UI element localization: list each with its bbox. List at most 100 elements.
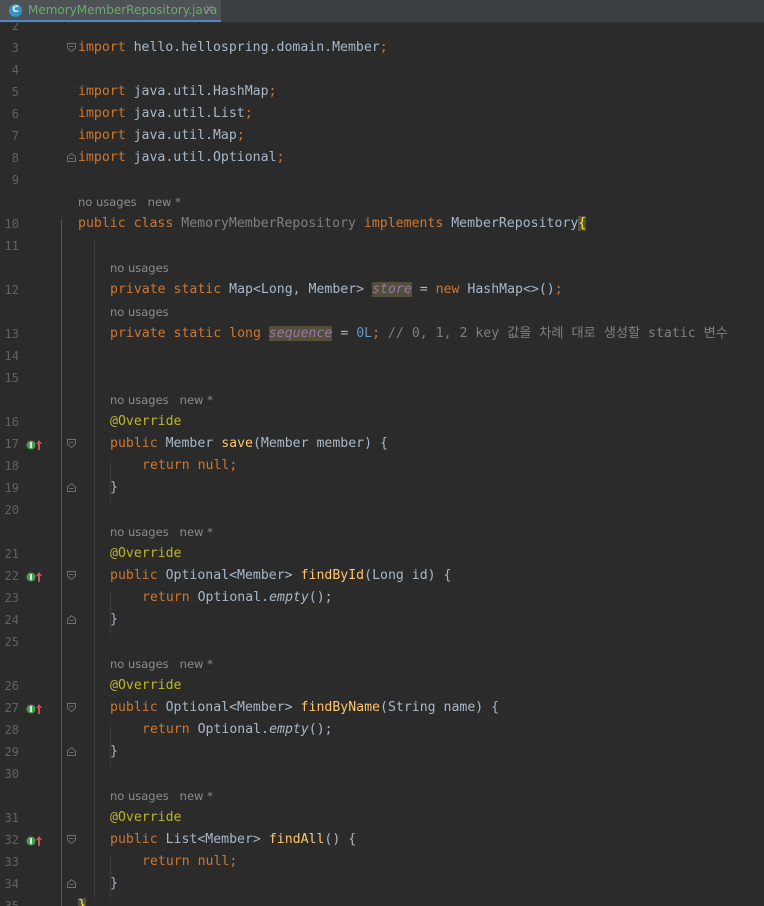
- code-line: 18 return null;: [0, 455, 764, 477]
- line-number: 18: [4, 459, 19, 473]
- code-line: 3 import hello.hellospring.domain.Member…: [0, 37, 764, 59]
- fold-toggle-icon[interactable]: [67, 439, 76, 448]
- code-text: }: [110, 480, 118, 495]
- line-number: 9: [11, 173, 19, 187]
- code-line: 12 private static Map<Long, Member> stor…: [0, 279, 764, 301]
- usage-hint[interactable]: no usages: [110, 257, 169, 279]
- code-text: @Override: [110, 678, 182, 693]
- fold-toggle-icon[interactable]: [67, 747, 76, 756]
- code-line: 11: [0, 235, 764, 257]
- line-number: 31: [4, 811, 19, 825]
- code-text: private static long sequence = 0L; // 0,…: [110, 326, 728, 341]
- code-line: 16 @Override: [0, 411, 764, 433]
- line-number: 10: [4, 217, 19, 231]
- fold-toggle-icon[interactable]: [67, 879, 76, 888]
- code-line: 27 I public Optional<Member> findByName(…: [0, 697, 764, 719]
- usage-hint[interactable]: no usages new *: [78, 191, 181, 213]
- code-text: return null;: [142, 458, 238, 473]
- line-number: 17: [4, 437, 19, 451]
- code-line: 24 }: [0, 609, 764, 631]
- inlay-hint-row: no usages new *: [0, 521, 764, 543]
- code-line: 31 @Override: [0, 807, 764, 829]
- line-number: 33: [4, 855, 19, 869]
- inlay-hint-row: no usages: [0, 301, 764, 323]
- fold-toggle-icon[interactable]: [67, 835, 76, 844]
- code-line: 19 }: [0, 477, 764, 499]
- usage-hint[interactable]: no usages new *: [110, 785, 213, 807]
- fold-toggle-icon[interactable]: [67, 703, 76, 712]
- line-number: 34: [4, 877, 19, 891]
- code-text: }: [110, 612, 118, 627]
- code-text: }: [110, 876, 118, 891]
- line-number: 5: [11, 85, 19, 99]
- line-number: 21: [4, 547, 19, 561]
- code-line: 34 }: [0, 873, 764, 895]
- code-line: 20: [0, 499, 764, 521]
- implements-method-icon[interactable]: I: [26, 437, 44, 451]
- code-text: }: [110, 744, 118, 759]
- usage-hint[interactable]: no usages new *: [110, 521, 213, 543]
- usage-hint[interactable]: no usages new *: [110, 389, 213, 411]
- code-line: 4: [0, 59, 764, 81]
- code-line: 15: [0, 367, 764, 389]
- code-line: 22 I public Optional<Member> findById(Lo…: [0, 565, 764, 587]
- svg-text:I: I: [30, 837, 33, 846]
- implements-method-icon[interactable]: I: [26, 569, 44, 583]
- line-number: 30: [4, 767, 19, 781]
- line-number: 26: [4, 679, 19, 693]
- code-text: return Optional.empty();: [142, 722, 333, 737]
- code-text: @Override: [110, 810, 182, 825]
- line-number: 6: [11, 107, 19, 121]
- code-text: public Optional<Member> findByName(Strin…: [110, 700, 500, 715]
- fold-toggle-icon[interactable]: [67, 153, 76, 162]
- line-number: 29: [4, 745, 19, 759]
- code-line: 23 return Optional.empty();: [0, 587, 764, 609]
- inlay-hint-row: no usages new *: [0, 191, 764, 213]
- line-number: 28: [4, 723, 19, 737]
- usage-hint[interactable]: no usages new *: [110, 653, 213, 675]
- line-number: 24: [4, 613, 19, 627]
- editor-tab-bar: C MemoryMemberRepository.java ×: [0, 0, 764, 23]
- tab-memory-member-repository[interactable]: C MemoryMemberRepository.java ×: [0, 0, 221, 22]
- code-line: 5 import java.util.HashMap;: [0, 81, 764, 103]
- code-text: }: [78, 895, 86, 906]
- fold-toggle-icon[interactable]: [67, 43, 76, 52]
- inlay-hint-row: no usages: [0, 257, 764, 279]
- line-number: 4: [11, 63, 19, 77]
- code-text: return Optional.empty();: [142, 590, 333, 605]
- fold-toggle-icon[interactable]: [67, 571, 76, 580]
- line-number: 16: [4, 415, 19, 429]
- code-line: 30: [0, 763, 764, 785]
- fold-toggle-icon[interactable]: [67, 615, 76, 624]
- fold-toggle-icon[interactable]: [67, 483, 76, 492]
- line-number: 19: [4, 481, 19, 495]
- code-line: 21 @Override: [0, 543, 764, 565]
- java-class-icon: C: [9, 4, 22, 17]
- line-number: 25: [4, 635, 19, 649]
- code-text: public Optional<Member> findById(Long id…: [110, 568, 452, 583]
- code-text: @Override: [110, 414, 182, 429]
- svg-text:I: I: [30, 573, 33, 582]
- implements-method-icon[interactable]: I: [26, 701, 44, 715]
- code-text: public class MemoryMemberRepository impl…: [78, 216, 587, 231]
- line-number: 8: [11, 151, 19, 165]
- line-number: 12: [4, 283, 19, 297]
- line-number: 3: [11, 41, 19, 55]
- code-text: return null;: [142, 854, 238, 869]
- code-line: 13 private static long sequence = 0L; //…: [0, 323, 764, 345]
- line-number: 11: [4, 239, 19, 253]
- code-line: 25: [0, 631, 764, 653]
- tab-close-icon[interactable]: ×: [204, 2, 214, 16]
- code-editor[interactable]: 2 3 import hello.hellospring.domain.Memb…: [0, 23, 764, 906]
- code-line: 6 import java.util.List;: [0, 103, 764, 125]
- line-number: 23: [4, 591, 19, 605]
- line-number: 35: [4, 899, 19, 906]
- implements-method-icon[interactable]: I: [26, 833, 44, 847]
- inlay-hint-row: no usages new *: [0, 653, 764, 675]
- code-line: 2: [0, 23, 764, 37]
- code-line: 8 import java.util.Optional;: [0, 147, 764, 169]
- line-number: 20: [4, 503, 19, 517]
- usage-hint[interactable]: no usages: [110, 301, 169, 323]
- code-text: import java.util.List;: [78, 106, 253, 121]
- line-number: 7: [11, 129, 19, 143]
